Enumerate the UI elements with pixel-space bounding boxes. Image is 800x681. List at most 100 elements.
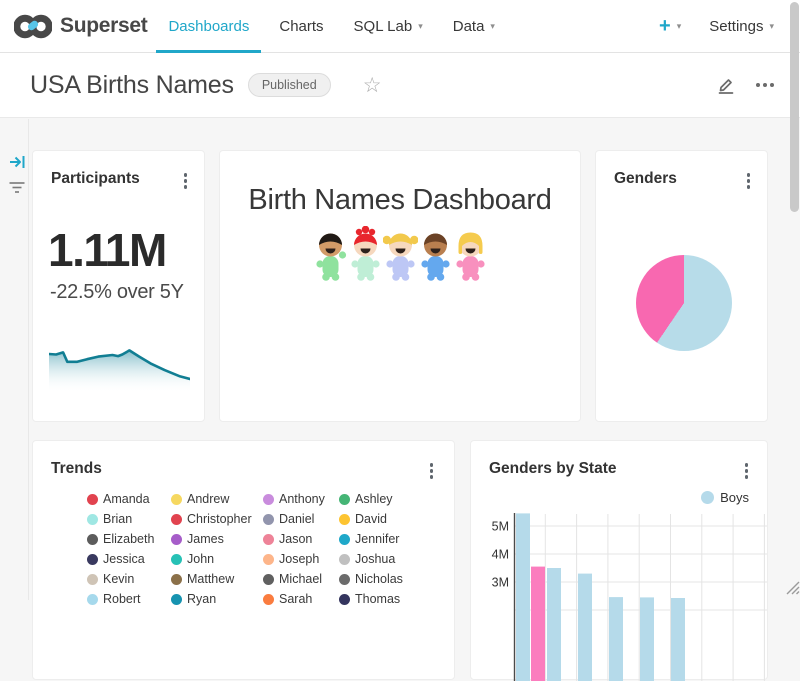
- legend-label: David: [355, 512, 387, 526]
- legend-label: Jessica: [103, 552, 145, 566]
- legend-dot: [87, 574, 98, 585]
- legend-dot: [339, 594, 350, 605]
- settings-menu[interactable]: Settings ▾: [709, 18, 774, 35]
- legend-label: Ashley: [355, 492, 393, 506]
- filter-icon[interactable]: [8, 181, 26, 200]
- settings-label: Settings: [709, 18, 763, 35]
- legend-label: Michael: [279, 572, 322, 586]
- baby-emoji: [348, 226, 383, 283]
- legend-label: Daniel: [279, 512, 314, 526]
- legend-dot: [339, 554, 350, 565]
- legend-dot: [339, 494, 350, 505]
- legend-dot: [171, 534, 182, 545]
- legend-item-amanda[interactable]: Amanda: [87, 489, 171, 509]
- legend-label: Ryan: [187, 592, 216, 606]
- svg-text:4M: 4M: [492, 548, 509, 562]
- legend-item-david[interactable]: David: [339, 509, 403, 529]
- legend-item-christopher[interactable]: Christopher: [171, 509, 263, 529]
- legend-label: Christopher: [187, 512, 252, 526]
- legend-label: Amanda: [103, 492, 150, 506]
- legend-item-brian[interactable]: Brian: [87, 509, 171, 529]
- legend-label: Brian: [103, 512, 132, 526]
- scrollbar-thumb[interactable]: [790, 2, 799, 212]
- navbar-right: + ▾ Settings ▾: [659, 16, 800, 36]
- legend-label: Nicholas: [355, 572, 403, 586]
- main-nav: Dashboards Charts SQL Lab ▾ Data▾: [153, 0, 509, 52]
- kebab-menu-icon[interactable]: [425, 460, 439, 482]
- chevron-down-icon: ▾: [677, 22, 682, 31]
- card-genders: Genders: [595, 150, 768, 422]
- published-badge[interactable]: Published: [248, 73, 331, 97]
- legend-item-andrew[interactable]: Andrew: [171, 489, 263, 509]
- brand[interactable]: Superset: [0, 13, 147, 40]
- legend-label: Joseph: [279, 552, 319, 566]
- legend-dot: [263, 534, 274, 545]
- chevron-down-icon: ▾: [418, 22, 423, 31]
- legend-label: John: [187, 552, 214, 566]
- baby-emoji: [383, 226, 418, 283]
- svg-text:5M: 5M: [492, 520, 509, 534]
- legend-item-joseph[interactable]: Joseph: [263, 549, 339, 569]
- legend-label: Thomas: [355, 592, 400, 606]
- more-actions-icon[interactable]: [754, 79, 776, 91]
- card-title: Genders: [614, 170, 677, 188]
- legend-item-joshua[interactable]: Joshua: [339, 549, 403, 569]
- plus-icon: +: [659, 16, 671, 36]
- page-title: USA Births Names: [30, 71, 234, 100]
- legend-item-john[interactable]: John: [171, 549, 263, 569]
- expand-filter-bar-icon[interactable]: [9, 154, 26, 175]
- legend-item-sarah[interactable]: Sarah: [263, 589, 339, 609]
- legend-label: Kevin: [103, 572, 134, 586]
- legend-dot: [339, 574, 350, 585]
- legend-label: Jason: [279, 532, 312, 546]
- card-title: Genders by State: [489, 460, 617, 478]
- kebab-menu-icon[interactable]: [742, 170, 756, 192]
- nav-item-sql-lab[interactable]: SQL Lab ▾: [339, 0, 438, 52]
- big-number-value: 1.11M: [48, 227, 166, 273]
- legend-label: James: [187, 532, 224, 546]
- legend-item-elizabeth[interactable]: Elizabeth: [87, 529, 171, 549]
- edit-icon[interactable]: [716, 75, 736, 95]
- legend-item-daniel[interactable]: Daniel: [263, 509, 339, 529]
- resize-grip-icon[interactable]: [783, 578, 800, 600]
- chevron-down-icon: ▾: [769, 22, 774, 31]
- card-markdown: Birth Names Dashboard: [219, 150, 581, 422]
- legend-label: Robert: [103, 592, 141, 606]
- legend-item-robert[interactable]: Robert: [87, 589, 171, 609]
- legend-item-thomas[interactable]: Thomas: [339, 589, 403, 609]
- legend-item-matthew[interactable]: Matthew: [171, 569, 263, 589]
- legend-dot: [263, 494, 274, 505]
- legend-item-james[interactable]: James: [171, 529, 263, 549]
- kebab-menu-icon[interactable]: [740, 460, 754, 482]
- legend-item-jennifer[interactable]: Jennifer: [339, 529, 403, 549]
- legend-item-michael[interactable]: Michael: [263, 569, 339, 589]
- nav-item-label: Dashboards: [168, 18, 249, 35]
- legend-item-anthony[interactable]: Anthony: [263, 489, 339, 509]
- pie-chart: [636, 255, 732, 351]
- card-genders-by-state: Genders by State Boys 5M4M3M: [470, 440, 768, 680]
- new-dropdown-button[interactable]: + ▾: [659, 16, 681, 36]
- legend-item-jessica[interactable]: Jessica: [87, 549, 171, 569]
- legend-item-jason[interactable]: Jason: [263, 529, 339, 549]
- nav-item-label: SQL Lab: [354, 18, 413, 35]
- legend-item-ryan[interactable]: Ryan: [171, 589, 263, 609]
- nav-item-data[interactable]: Data▾: [438, 0, 510, 52]
- nav-item-dashboards[interactable]: Dashboards: [153, 0, 264, 52]
- card-title: Trends: [51, 460, 102, 478]
- legend-label: Elizabeth: [103, 532, 154, 546]
- legend-dot: [339, 534, 350, 545]
- nav-item-charts[interactable]: Charts: [264, 0, 338, 52]
- legend-dot: [87, 494, 98, 505]
- legend-label: Andrew: [187, 492, 229, 506]
- favorite-star-icon[interactable]: ☆: [363, 75, 382, 96]
- card-title: Participants: [51, 170, 140, 188]
- legend-item-ashley[interactable]: Ashley: [339, 489, 403, 509]
- card-trends: Trends Amanda Andrew Anthony Ashley Brian Chr…: [32, 440, 455, 680]
- legend-dot: [171, 594, 182, 605]
- legend-dot: [87, 594, 98, 605]
- trends-legend: Amanda Andrew Anthony Ashley Brian Christophe…: [87, 489, 403, 609]
- legend-item-nicholas[interactable]: Nicholas: [339, 569, 403, 589]
- kebab-menu-icon[interactable]: [179, 170, 193, 192]
- legend-label: Joshua: [355, 552, 395, 566]
- legend-item-kevin[interactable]: Kevin: [87, 569, 171, 589]
